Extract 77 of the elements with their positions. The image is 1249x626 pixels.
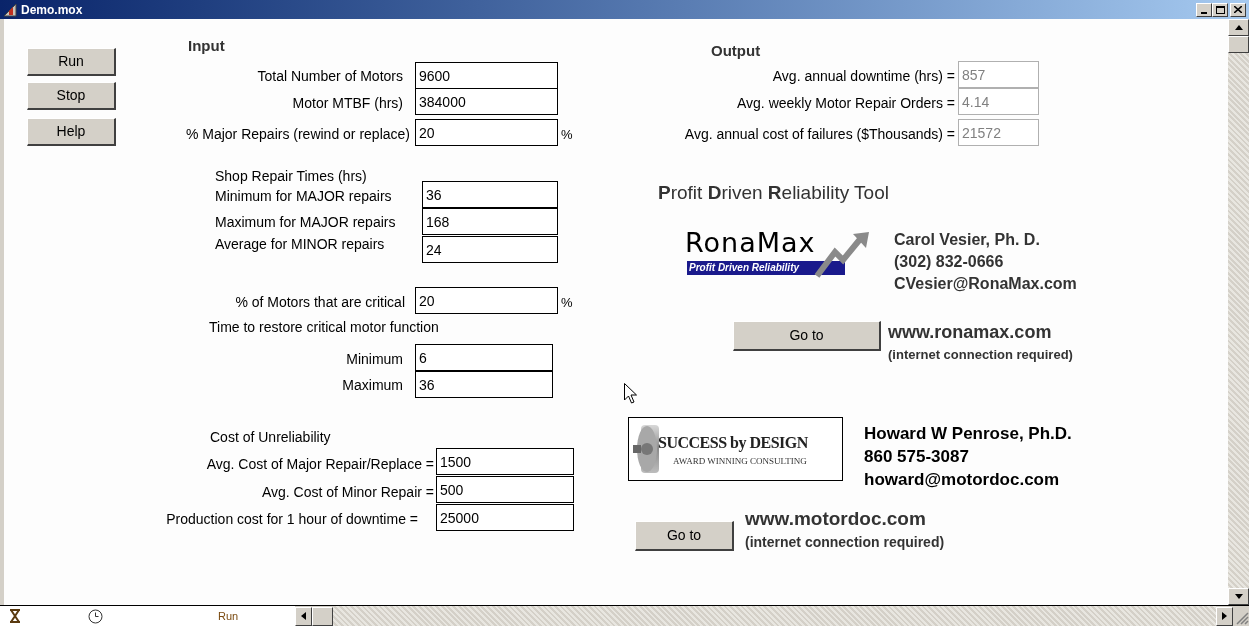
field-label: Minimum: [346, 350, 403, 369]
left-arrow-icon: [301, 612, 306, 620]
input-field[interactable]: 6: [415, 344, 553, 371]
field-label: Production cost for 1 hour of downtime =: [166, 510, 418, 529]
contact-detail: (302) 832-0666: [894, 252, 1004, 272]
scroll-thumb[interactable]: [312, 606, 333, 626]
scroll-down-button[interactable]: [1228, 588, 1249, 605]
up-arrow-icon: [1234, 25, 1243, 30]
field-label: Avg. annual downtime (hrs) =: [772, 67, 955, 86]
field-label: Motor MTBF (hrs): [292, 94, 403, 113]
contact-detail: howard@motordoc.com: [864, 469, 1060, 491]
input-field[interactable]: 36: [422, 181, 558, 208]
mouse-pointer-icon: [624, 383, 637, 404]
go-to-button[interactable]: Go to: [733, 321, 881, 351]
connection-note: (internet connection required): [888, 346, 1073, 364]
field-label: Avg. weekly Motor Repair Orders =: [737, 94, 955, 113]
field-label: Minimum for MAJOR repairs: [215, 187, 392, 206]
field-label: Avg. Cost of Minor Repair =: [261, 483, 434, 502]
field-label: % of Motors that are critical: [235, 293, 405, 312]
minimize-button[interactable]: [1196, 2, 1212, 17]
logo-tagline: AWARD WINNING CONSULTING: [673, 456, 807, 467]
input-field[interactable]: 168: [422, 208, 558, 235]
app-icon: [3, 2, 17, 17]
field-label: Maximum for MAJOR repairs: [215, 213, 396, 232]
website-url: www.motordoc.com: [745, 507, 926, 531]
group-label: Time to restore critical motor function: [209, 318, 439, 337]
close-button[interactable]: [1230, 2, 1246, 17]
unit-label: %: [561, 126, 573, 144]
input-field[interactable]: 36: [415, 371, 553, 398]
contact-detail: CVesier@RonaMax.com: [894, 274, 1077, 294]
unit-label: %: [561, 294, 573, 312]
input-field[interactable]: 500: [436, 476, 574, 503]
group-label: Shop Repair Times (hrs): [215, 167, 367, 186]
input-field[interactable]: 9600: [415, 62, 558, 89]
right-arrow-icon: [1222, 612, 1227, 620]
field-label: Avg. Cost of Major Repair/Replace =: [206, 455, 434, 474]
side-button[interactable]: Run: [27, 48, 116, 76]
input-field[interactable]: 1500: [436, 448, 574, 475]
section-heading: Input: [188, 36, 225, 56]
website-url: www.ronamax.com: [888, 321, 1052, 344]
field-label: Maximum: [342, 376, 403, 395]
contact-detail: 860 575-3087: [864, 446, 969, 468]
input-field[interactable]: 25000: [436, 504, 574, 531]
maximize-button[interactable]: [1212, 2, 1228, 17]
hourglass-icon: [9, 609, 21, 623]
group-label: Cost of Unreliability: [210, 428, 331, 447]
scroll-up-button[interactable]: [1228, 19, 1249, 36]
output-field[interactable]: 4.14: [958, 88, 1039, 115]
input-field[interactable]: 384000: [415, 88, 558, 115]
down-arrow-icon: [1234, 594, 1243, 599]
scroll-left-button[interactable]: [295, 606, 312, 626]
logo-tagline: Profit Driven Reliability: [687, 261, 845, 275]
vertical-scrollbar[interactable]: [1228, 19, 1249, 605]
field-label: Avg. annual cost of failures ($Thousands) =: [684, 125, 955, 144]
contact-name: Howard W Penrose, Ph.D.: [864, 423, 1072, 445]
close-icon: [1234, 6, 1242, 13]
scroll-thumb[interactable]: [1228, 36, 1249, 53]
output-field[interactable]: 857: [958, 61, 1039, 88]
input-field[interactable]: 20: [415, 287, 558, 314]
section-heading: Output: [711, 41, 761, 61]
connection-note: (internet connection required): [745, 533, 945, 552]
logo-wordmark: SUCCESS by DESIGN: [658, 433, 808, 454]
input-field[interactable]: 24: [422, 236, 558, 263]
side-button[interactable]: Help: [27, 118, 116, 146]
go-to-button[interactable]: Go to: [635, 521, 734, 551]
field-label: % Major Repairs (rewind or replace): [185, 125, 410, 144]
field-label: Total Number of Motors: [257, 67, 403, 86]
scroll-right-button[interactable]: [1216, 606, 1233, 626]
input-field[interactable]: 20: [415, 119, 558, 146]
window-title: Demo.mox: [21, 1, 83, 19]
field-label: Average for MINOR repairs: [215, 235, 385, 254]
side-button[interactable]: Stop: [27, 82, 116, 110]
contact-name: Carol Vesier, Ph. D.: [894, 230, 1040, 250]
logo-wordmark: RonaMax: [685, 228, 816, 258]
output-field[interactable]: 21572: [958, 119, 1039, 146]
tool-title: Profit Driven Reliability Tool: [658, 181, 889, 205]
status-mode: Run: [218, 608, 239, 624]
